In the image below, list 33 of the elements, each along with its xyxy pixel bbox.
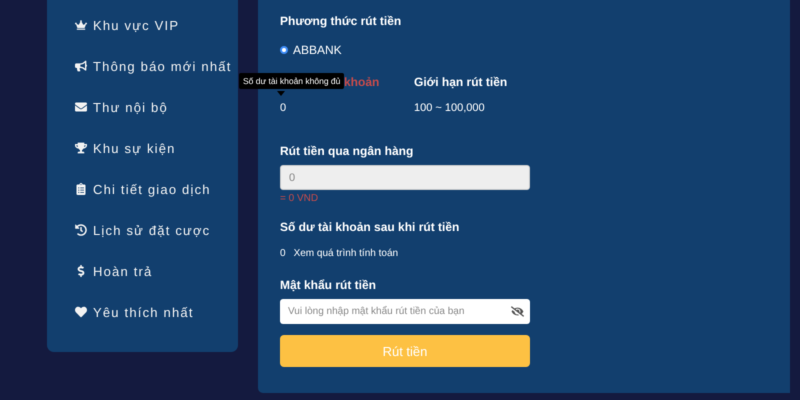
limit-label: Giới hạn rút tiền [414,75,508,89]
section-label: Phương thức rút tiền [280,14,402,28]
sidebar-item[interactable]: Chi tiết giao dịch [75,179,238,199]
limit-value: 100 ~ 100,000 [414,102,486,114]
dollar-icon [75,265,87,277]
crown-icon [75,19,87,31]
heart-icon [75,306,87,318]
balance-value: 0 [280,102,288,114]
balance-label: khoản [344,75,380,89]
calculation-link[interactable]: Xem quá trình tính toán [294,248,398,259]
after-balance-label: Số dư tài khoản sau khi rút tiền [280,220,460,234]
amount-label: Rút tiền qua ngân hàng [280,144,414,158]
sidebar-item[interactable]: Khu sự kiện [75,138,238,158]
tooltip: Số dư tài khoản không đủ [239,73,344,89]
megaphone-icon [75,60,87,72]
clipboard-icon [75,183,87,195]
amount-note: = 0 VND [280,193,320,204]
envelope-icon [75,101,87,113]
eye-slash-icon[interactable] [511,305,524,318]
password-field[interactable]: Vui lòng nhập mật khẩu rút tiền của bạn [280,299,530,324]
bank-radio[interactable]: ABBANK [280,43,768,57]
trophy-icon [75,142,87,154]
after-balance-value: 0 [280,248,286,259]
tooltip-arrow-icon [277,91,285,96]
password-label: Mật khẩu rút tiền [280,278,378,292]
sidebar-item[interactable]: Lịch sử đặt cược [75,220,238,240]
amount-field[interactable]: 0 [280,165,530,190]
sidebar-item[interactable]: Hoàn trả [75,261,238,281]
sidebar-item[interactable]: Yêu thích nhất [75,302,238,322]
sidebar-item[interactable]: Khu vực VIP [75,15,238,35]
sidebar-item[interactable]: Thư nội bộ [75,97,238,117]
sidebar-item[interactable]: Thông báo mới nhất [75,56,238,76]
history-icon [75,224,87,236]
